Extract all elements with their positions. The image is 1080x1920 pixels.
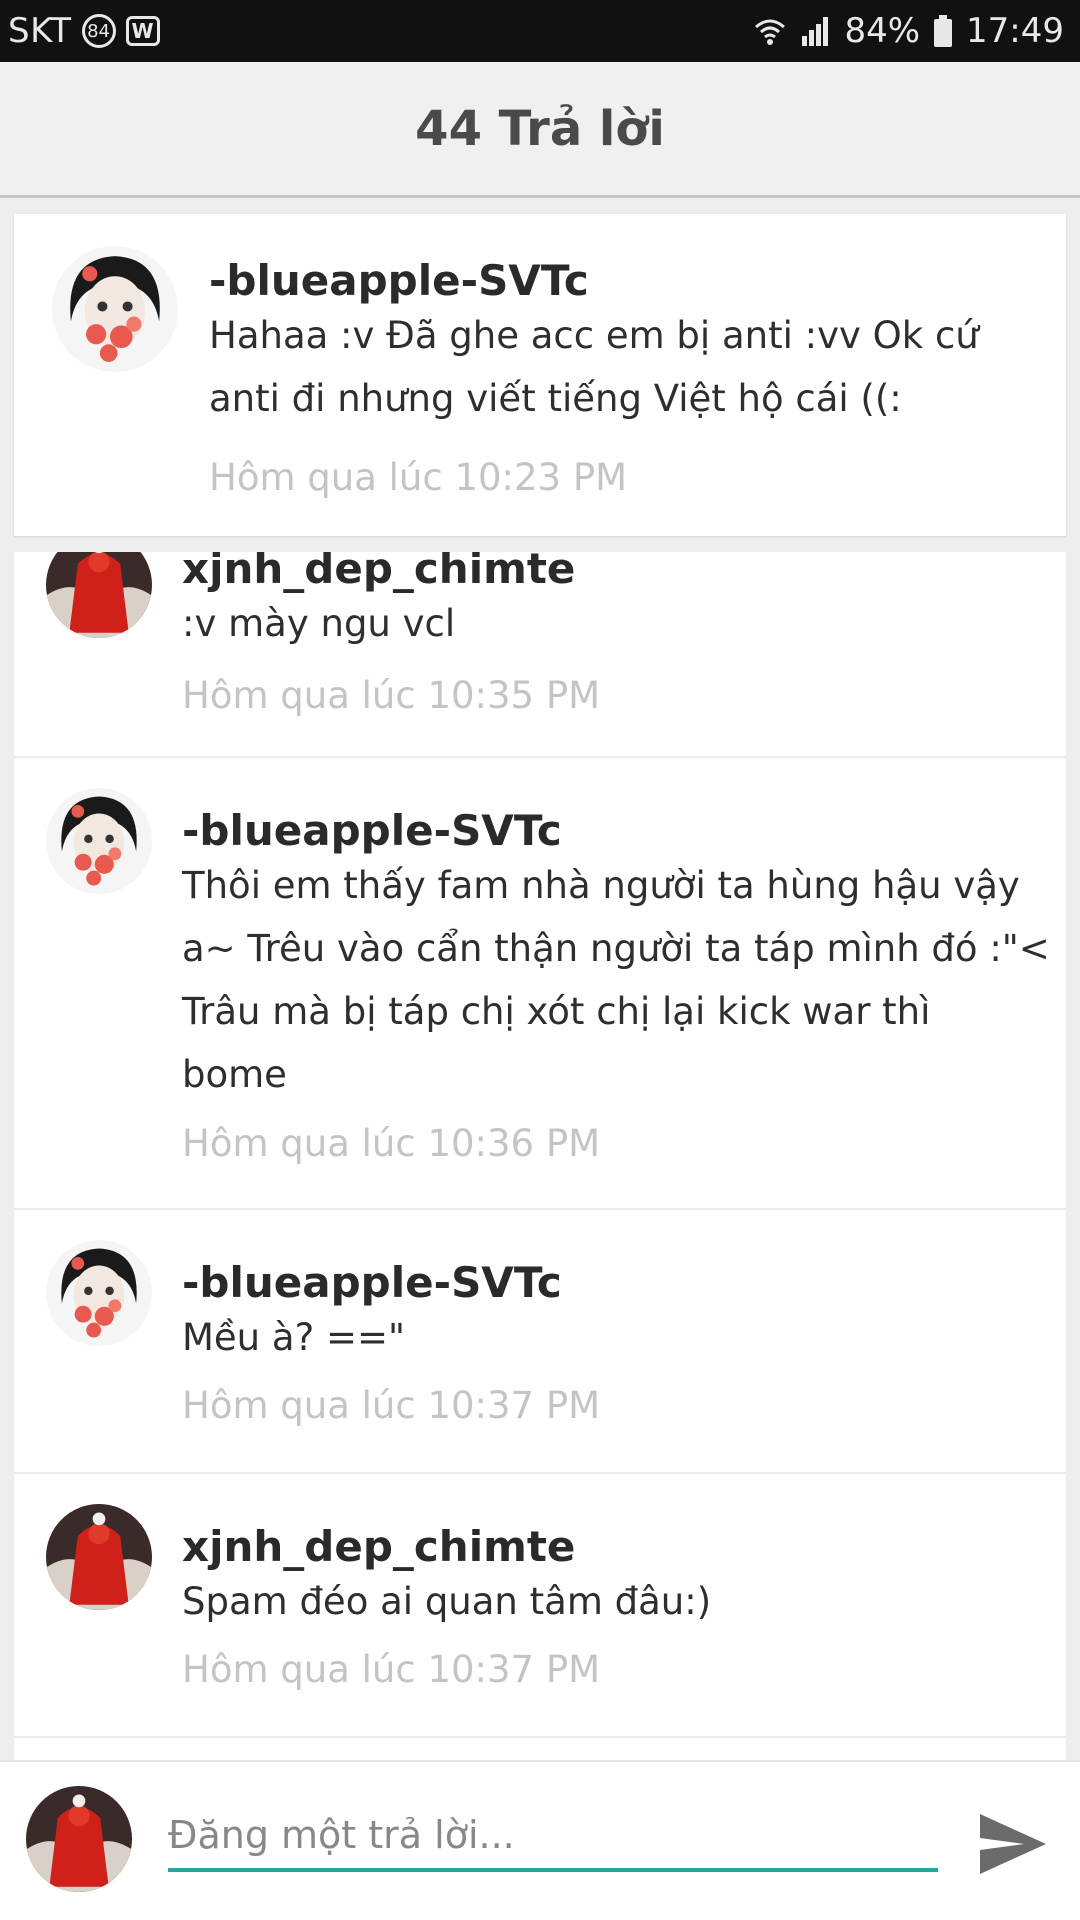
comment-author[interactable]: xjnh_dep_chimte	[182, 1522, 575, 1571]
avatar[interactable]	[46, 552, 152, 638]
comment-text: :v mày ngu vcl	[182, 602, 456, 645]
clock: 17:49	[966, 11, 1064, 51]
comment-author[interactable]: -blueapple-SVTc	[182, 1258, 562, 1307]
wifi-icon	[754, 15, 786, 47]
comment-time: Hôm qua lúc 10:37 PM	[182, 1648, 601, 1691]
avatar[interactable]	[52, 246, 178, 372]
comment-text: Thôi em thấy fam nhà người ta hùng hậu v…	[182, 864, 1050, 1096]
comment-time: Hôm qua lúc 10:36 PM	[182, 1122, 601, 1165]
avatar[interactable]	[46, 788, 152, 894]
comment-text: Spam đéo ai quan tâm đâu:)	[182, 1580, 712, 1623]
battery-icon	[934, 15, 953, 47]
list-item: -blueapple-SVTc Mều à? ==" Hôm qua lúc 1…	[14, 1210, 1066, 1474]
notification-badge: 84	[81, 14, 116, 48]
send-button[interactable]	[972, 1804, 1052, 1884]
comment-author[interactable]: -blueapple-SVTc	[182, 806, 562, 855]
list-item: -blueapple-SVTc Thôi em thấy fam nhà ngư…	[14, 758, 1066, 1210]
signal-icon	[800, 16, 830, 46]
comment-text: Hahaa :v Đã ghe acc em bị anti :vv Ok cứ…	[209, 314, 979, 420]
comment-text: Mều à? =="	[182, 1316, 405, 1359]
app-header: 44 Trả lời	[0, 62, 1080, 198]
app-w-icon: W	[125, 16, 160, 46]
avatar[interactable]	[46, 1240, 152, 1346]
reply-bar	[0, 1760, 1080, 1920]
list-item: xjnh_dep_chimte :v mày ngu vcl Hôm qua l…	[14, 552, 1066, 758]
user-avatar[interactable]	[26, 1786, 132, 1892]
status-bar: SKT 84 W 84% 17:49	[0, 0, 1080, 62]
comment-time: Hôm qua lúc 10:35 PM	[182, 674, 601, 717]
send-icon	[980, 1814, 1046, 1874]
page-title: 44 Trả lời	[415, 100, 665, 157]
comment-time: Hôm qua lúc 10:23 PM	[209, 456, 628, 499]
carrier-label: SKT	[8, 11, 72, 51]
avatar[interactable]	[46, 1504, 152, 1610]
list-item: xjnh_dep_chimte Spam đéo ai quan tâm đâu…	[14, 1474, 1066, 1738]
comment-list: xjnh_dep_chimte :v mày ngu vcl Hôm qua l…	[14, 552, 1066, 1760]
comment-author[interactable]: -blueapple-SVTc	[209, 256, 589, 305]
featured-comment: -blueapple-SVTc Hahaa :v Đã ghe acc em b…	[14, 214, 1066, 536]
battery-percent: 84%	[844, 11, 921, 51]
comment-author[interactable]: xjnh_dep_chimte	[182, 552, 575, 593]
reply-input[interactable]	[168, 1802, 938, 1872]
comment-time: Hôm qua lúc 10:37 PM	[182, 1384, 601, 1427]
